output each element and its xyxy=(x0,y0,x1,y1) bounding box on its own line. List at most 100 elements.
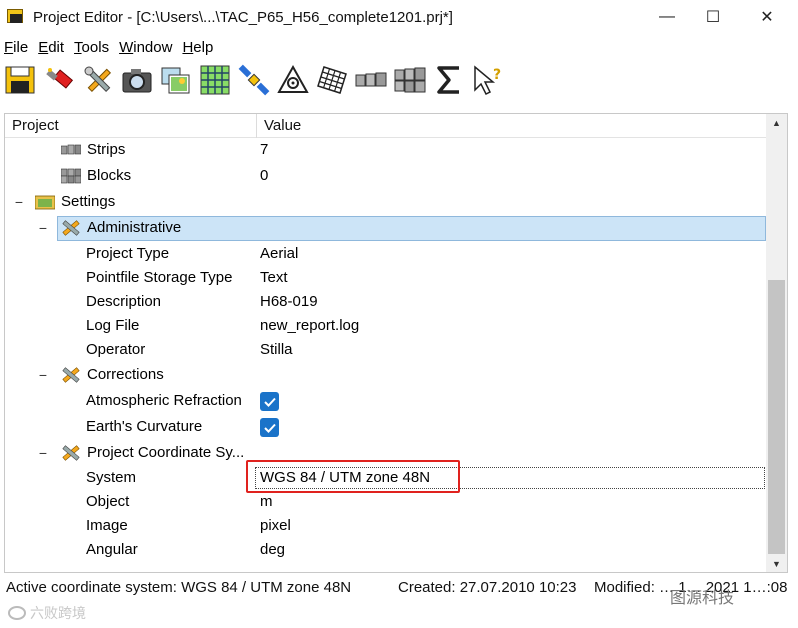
tools-icon xyxy=(62,220,80,236)
watermark-left: 六败跨境 xyxy=(8,603,86,623)
tree-row-description[interactable]: Description H68-019 xyxy=(5,290,767,314)
sigma-icon xyxy=(437,66,459,94)
tree-row-angular[interactable]: Angular deg xyxy=(5,538,767,562)
collapse-toggle[interactable]: − xyxy=(37,441,49,465)
svg-text:?: ? xyxy=(493,67,501,83)
save-button[interactable] xyxy=(2,62,38,98)
tree-row-settings[interactable]: − Settings xyxy=(5,190,767,214)
image-grid-button[interactable] xyxy=(197,62,233,98)
title-bar: Project Editor - [C:\Users\...\TAC_P65_H… xyxy=(0,0,798,34)
tree-row-pointfile-storage[interactable]: Pointfile Storage Type Text xyxy=(5,266,767,290)
close-button[interactable]: ✕ xyxy=(744,0,790,34)
tree-row-operator[interactable]: Operator Stilla xyxy=(5,338,767,362)
collapse-toggle[interactable]: − xyxy=(37,216,49,240)
tree-label: Description xyxy=(86,293,162,310)
tree-value: 0 xyxy=(260,167,269,184)
tree-row-log-file[interactable]: Log File new_report.log xyxy=(5,314,767,338)
maximize-button[interactable]: ☐ xyxy=(690,0,736,34)
blocks-icon xyxy=(394,67,426,93)
menu-bar: File Edit Tools Window Help xyxy=(0,36,219,60)
collapse-toggle[interactable]: − xyxy=(37,363,49,387)
menu-tools[interactable]: Tools xyxy=(70,36,115,60)
highlight-annotation-box xyxy=(246,460,460,493)
tree-label: Object xyxy=(86,493,130,510)
tree-row-corrections[interactable]: − Corrections xyxy=(5,363,767,387)
tree-value[interactable]: m xyxy=(260,490,273,514)
settings-tools-button[interactable] xyxy=(80,62,116,98)
scrollbar-thumb[interactable] xyxy=(768,280,785,554)
sigma-button[interactable] xyxy=(431,62,467,98)
strips-icon xyxy=(355,72,387,87)
tree-row-atmospheric-refraction[interactable]: Atmospheric Refraction xyxy=(5,389,767,413)
tree-value[interactable]: Stilla xyxy=(260,338,293,362)
tree-row-project-type[interactable]: Project Type Aerial xyxy=(5,242,767,266)
strips-button[interactable] xyxy=(353,62,389,98)
clear-button[interactable] xyxy=(41,62,77,98)
tree-value[interactable]: Text xyxy=(260,266,288,290)
collapse-toggle[interactable]: − xyxy=(13,190,25,214)
atmospheric-refraction-checkbox[interactable] xyxy=(260,392,279,411)
control-point-icon xyxy=(277,64,309,93)
blocks-button[interactable] xyxy=(392,62,428,98)
tree-label: Blocks xyxy=(87,167,132,184)
camera-button[interactable] xyxy=(119,62,155,98)
tree-value[interactable]: pixel xyxy=(260,514,291,538)
menu-edit[interactable]: Edit xyxy=(34,36,70,60)
settings-folder-icon xyxy=(35,195,55,210)
tree-row-strips[interactable]: Strips 7 xyxy=(5,138,767,162)
app-icon xyxy=(7,9,25,25)
tree-value[interactable]: H68-019 xyxy=(260,290,318,314)
tools-icon xyxy=(62,445,80,461)
clear-icon xyxy=(46,68,74,89)
scroll-down-arrow-icon[interactable]: ▼ xyxy=(766,555,787,572)
satellite-icon xyxy=(238,64,270,96)
scroll-up-arrow-icon[interactable]: ▲ xyxy=(766,114,787,131)
tree-row-blocks[interactable]: Blocks 0 xyxy=(5,164,767,188)
toolbar: ? xyxy=(0,62,509,98)
images-icon xyxy=(161,67,190,94)
strips-icon xyxy=(61,144,81,155)
column-header-value[interactable]: Value xyxy=(257,114,767,138)
settings-tools-icon xyxy=(84,66,112,93)
menu-help[interactable]: Help xyxy=(178,36,219,60)
tree-value[interactable]: deg xyxy=(260,538,285,562)
status-active-coordinate-system: Active coordinate system: WGS 84 / UTM z… xyxy=(6,579,352,596)
tree-row-administrative[interactable]: − Administrative xyxy=(5,216,767,241)
tree-value[interactable]: Aerial xyxy=(260,242,298,266)
tree-label: Project Coordinate Sy... xyxy=(87,444,245,461)
help-pointer-button[interactable]: ? xyxy=(470,62,506,98)
satellite-button[interactable] xyxy=(236,62,272,98)
tree-row-image[interactable]: Image pixel xyxy=(5,514,767,538)
tree-row-system[interactable]: System WGS 84 / UTM zone 48N xyxy=(5,460,767,493)
earth-curvature-checkbox[interactable] xyxy=(260,418,279,437)
menu-file[interactable]: File xyxy=(0,36,34,60)
tree-value: 7 xyxy=(260,141,269,158)
grid-net-icon xyxy=(317,66,347,94)
tree-value[interactable]: new_report.log xyxy=(260,314,359,338)
images-button[interactable] xyxy=(158,62,194,98)
tree-label: Administrative xyxy=(87,219,182,236)
project-tree[interactable]: Project Value Strips 7 Blocks 0 − Settin… xyxy=(4,113,788,573)
tree-label: Atmospheric Refraction xyxy=(86,392,242,409)
tree-label: Strips xyxy=(87,141,126,158)
minimize-button[interactable]: — xyxy=(644,0,690,34)
tree-label: Settings xyxy=(61,193,116,210)
menu-window[interactable]: Window xyxy=(115,36,178,60)
save-icon xyxy=(5,66,35,94)
tree-row-earth-curvature[interactable]: Earth's Curvature xyxy=(5,415,767,439)
vertical-scrollbar[interactable]: ▲ ▼ xyxy=(766,114,787,572)
status-created: Created: 27.07.2010 10:23 xyxy=(398,579,577,596)
tree-row-object[interactable]: Object m xyxy=(5,490,767,514)
tree-label: Angular xyxy=(86,541,138,558)
column-header-project[interactable]: Project xyxy=(5,114,257,138)
watermark-logo-icon xyxy=(8,606,26,620)
camera-icon xyxy=(122,69,152,93)
window-title: Project Editor - [C:\Users\...\TAC_P65_H… xyxy=(33,8,453,26)
tree-label: Earth's Curvature xyxy=(86,418,203,435)
tree-label: Pointfile Storage Type xyxy=(86,269,233,286)
control-point-button[interactable] xyxy=(275,62,311,98)
grid-net-button[interactable] xyxy=(314,62,350,98)
tree-label: System xyxy=(86,469,137,486)
tools-icon xyxy=(62,367,80,383)
checkmark-icon xyxy=(263,423,276,433)
